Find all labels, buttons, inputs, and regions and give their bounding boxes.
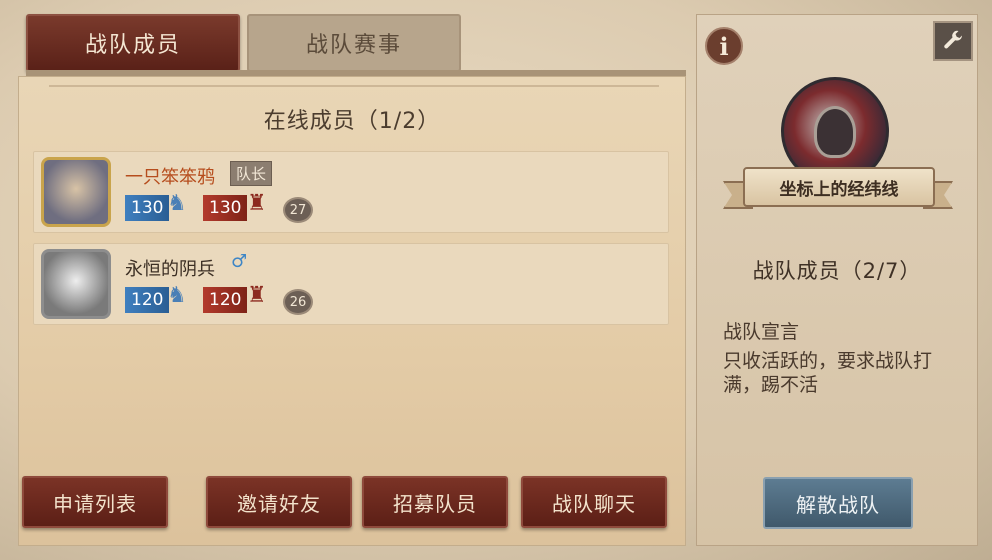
- wrench-icon[interactable]: [933, 21, 973, 61]
- manifesto-title: 战队宣言: [723, 321, 800, 343]
- survivor-rank-badge: 130: [125, 195, 170, 221]
- team-info-panel: i 坐标上的经纬线 战队成员（2/7） 战队宣言 只收活跃的，要求战队打满，踢不…: [696, 14, 978, 546]
- male-gender-icon: ♂: [231, 251, 248, 272]
- avatar[interactable]: [41, 249, 111, 319]
- team-chat-button[interactable]: 战队聊天: [521, 476, 667, 528]
- hunter-rank-icon: ♜: [247, 283, 267, 308]
- member-name: 一只笨笨鸦: [125, 167, 215, 188]
- member-row[interactable]: 一只笨笨鸦 队长 130 ♞ 130 ♜ 27: [33, 151, 669, 233]
- survivor-rank-icon: ♞: [167, 191, 187, 216]
- member-row[interactable]: 永恒的阴兵 ♂ 120 ♞ 120 ♜ 26: [33, 243, 669, 325]
- ornament-divider: [49, 85, 659, 87]
- apply-list-button[interactable]: 申请列表: [22, 476, 168, 528]
- tab-team-members[interactable]: 战队成员: [26, 14, 240, 72]
- tab-team-matches[interactable]: 战队赛事: [247, 14, 461, 72]
- hunter-rank-badge: 120: [203, 287, 248, 313]
- level-badge: 27: [283, 197, 313, 223]
- manifesto-text: 只收活跃的，要求战队打满，踢不活: [723, 350, 933, 396]
- online-members-title: 在线成员（1/2）: [263, 109, 441, 134]
- invite-friends-button[interactable]: 邀请好友: [206, 476, 352, 528]
- bell-icon: [814, 106, 856, 158]
- survivor-rank-icon: ♞: [167, 283, 187, 308]
- survivor-rank-badge: 120: [125, 287, 170, 313]
- info-icon[interactable]: i: [705, 27, 743, 65]
- hunter-rank-badge: 130: [203, 195, 248, 221]
- team-screen: 战队成员 战队赛事 在线成员（1/2） 一只笨笨鸦 队长 130 ♞ 130 ♜…: [0, 0, 992, 560]
- disband-team-button[interactable]: 解散战队: [763, 477, 913, 529]
- level-badge: 26: [283, 289, 313, 315]
- avatar[interactable]: [41, 157, 111, 227]
- hunter-rank-icon: ♜: [247, 191, 267, 216]
- team-name: 坐标上的经纬线: [743, 167, 935, 207]
- recruit-members-button[interactable]: 招募队员: [362, 476, 508, 528]
- captain-badge: 队长: [230, 161, 273, 186]
- team-members-count: 战队成员（2/7）: [752, 259, 922, 283]
- member-name: 永恒的阴兵: [125, 259, 215, 280]
